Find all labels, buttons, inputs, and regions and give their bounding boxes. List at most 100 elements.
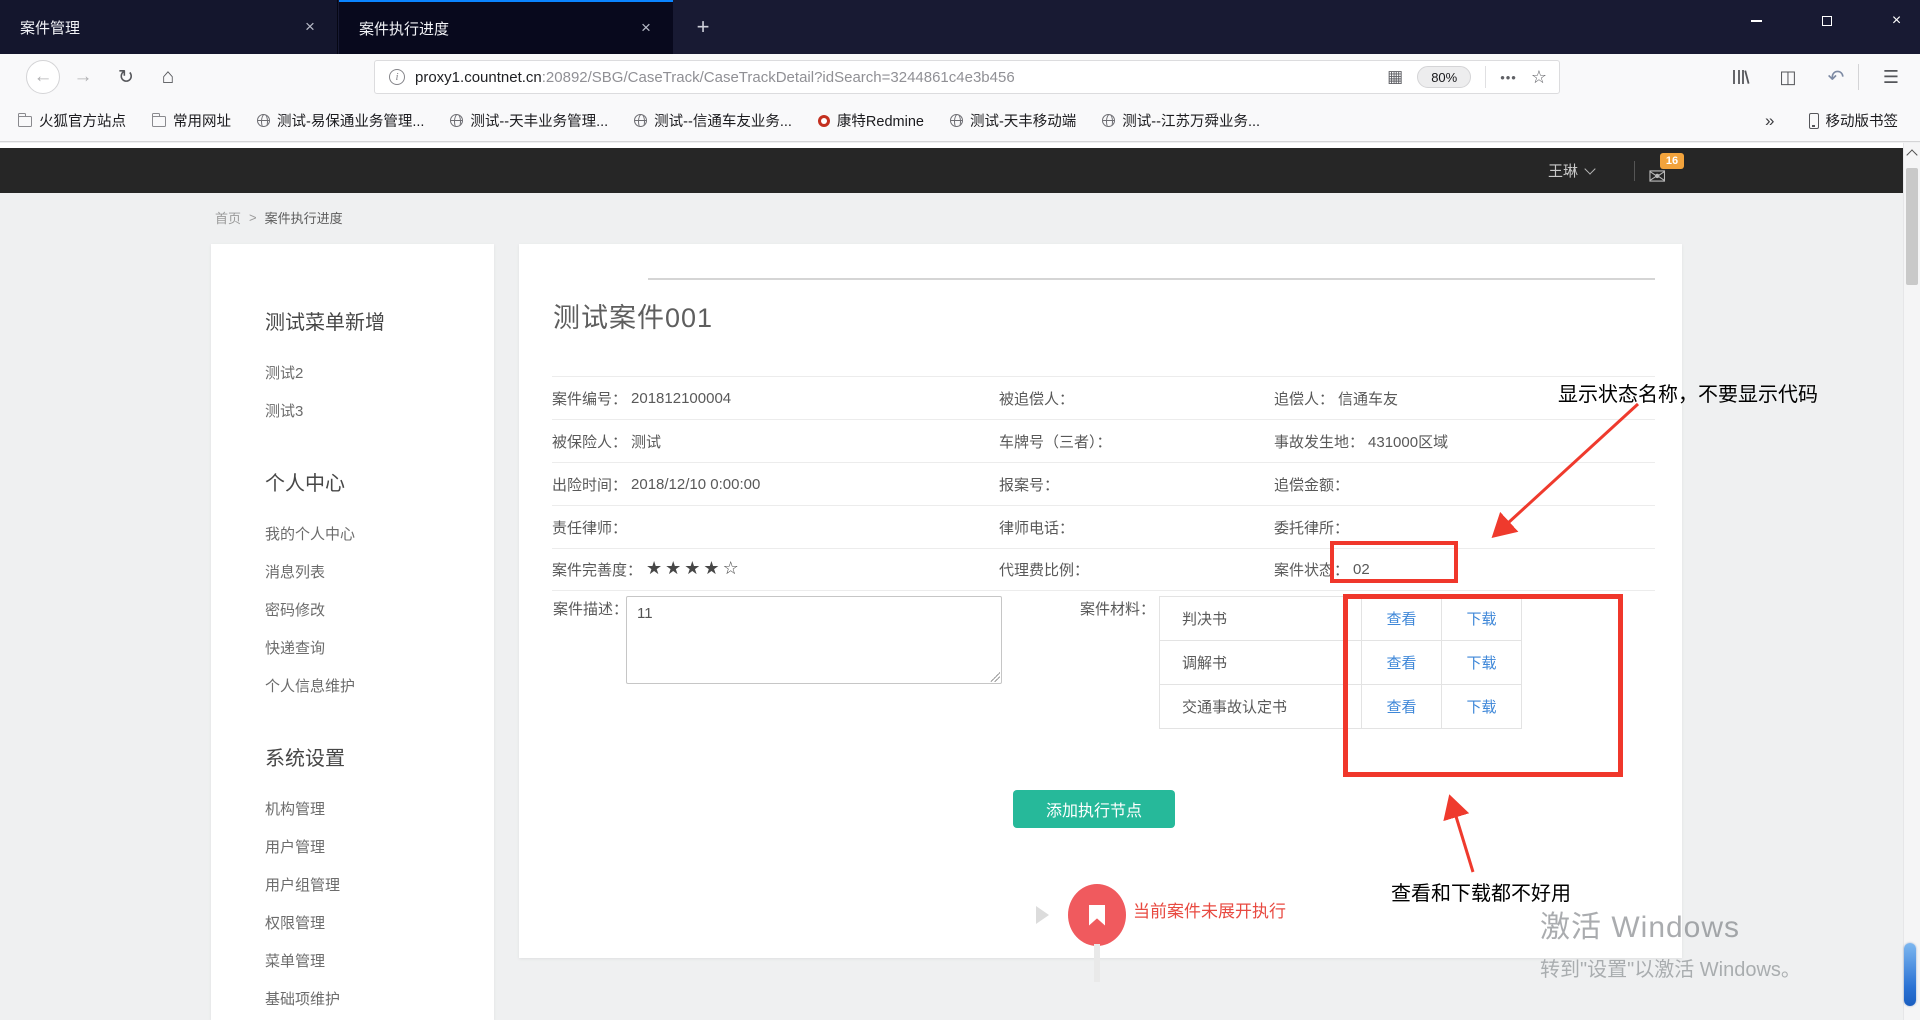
sidebar-toggle-button[interactable]: ◫	[1766, 54, 1810, 100]
url-fade	[1317, 68, 1388, 86]
browser-window: 案件管理 × 案件执行进度 × + × ← → ↻ ⌂ i proxy1.cou…	[0, 0, 1920, 1020]
case-description-textarea[interactable]: 11	[626, 596, 1002, 684]
sidebar-section-title: 系统设置	[265, 748, 345, 770]
window-close-button[interactable]: ×	[1873, 0, 1920, 42]
bookmark-star-icon[interactable]: ☆	[1531, 67, 1547, 88]
window-maximize-button[interactable]	[1803, 0, 1850, 42]
sidebar-item-message-list[interactable]: 消息列表	[265, 554, 494, 592]
sidebar-item-user-management[interactable]: 用户管理	[265, 829, 494, 867]
case-detail-grid: 案件编号： 201812100004 被追偿人： 追偿人： 信通车友 被保险人： 测试…	[552, 376, 1655, 591]
sidebar-item-base-maintain[interactable]: 基础项维护	[265, 981, 494, 1019]
watermark-line1: 激活 Windows	[1540, 911, 1741, 944]
sidebar-item-usergroup-management[interactable]: 用户组管理	[265, 867, 494, 905]
sidebar-item-change-password[interactable]: 密码修改	[265, 592, 494, 630]
undo-button[interactable]: ↶	[1814, 54, 1858, 100]
globe-icon	[1102, 114, 1116, 127]
field-value: 431000区域	[1368, 433, 1449, 451]
bookmark-item[interactable]: 测试--信通车友业务...	[634, 110, 792, 131]
browser-scrollbar[interactable]	[1903, 143, 1920, 1020]
info-icon[interactable]: i	[389, 69, 405, 85]
bookmark-item[interactable]: 康特Redmine	[817, 110, 924, 131]
field-insured: 被保险人： 测试	[552, 431, 999, 452]
field-label: 出险时间：	[552, 476, 628, 494]
window-minimize-button[interactable]	[1733, 0, 1780, 42]
folder-icon	[18, 113, 32, 127]
textarea-resize-grip[interactable]	[990, 672, 1000, 682]
messages-button[interactable]: ✉ 16	[1648, 153, 1688, 188]
zoom-level-badge[interactable]: 80%	[1417, 66, 1472, 88]
phone-icon	[1808, 112, 1819, 129]
url-text[interactable]: proxy1.countnet.cn:20892/SBG/CaseTrack/C…	[415, 68, 1388, 86]
page-actions-icon[interactable]: •••	[1500, 70, 1517, 85]
username: 王琳	[1548, 163, 1579, 180]
back-button[interactable]: ←	[22, 54, 64, 100]
breadcrumb-separator: >	[249, 210, 257, 225]
field-label: 责任律师：	[552, 519, 628, 537]
bookmark-label: 测试--信通车友业务...	[654, 114, 792, 130]
field-accident-place: 事故发生地： 431000区域	[1274, 431, 1655, 452]
add-execution-node-button[interactable]: 添加执行节点	[1013, 790, 1175, 828]
sidebar-section-title: 测试菜单新增	[265, 312, 385, 334]
star-rating: ★★★★☆	[646, 558, 742, 578]
sidebar-section: 测试菜单新增 测试2 测试3	[265, 306, 494, 431]
folder-icon	[152, 113, 166, 127]
scroll-up-arrow-icon[interactable]	[1906, 149, 1918, 161]
forward-button[interactable]: →	[66, 54, 100, 100]
bookmark-item[interactable]: 测试-易保通业务管理...	[257, 110, 424, 131]
sidebar-item-org-management[interactable]: 机构管理	[265, 791, 494, 829]
library-button[interactable]	[1718, 54, 1762, 100]
bookmark-label: 移动版书签	[1825, 114, 1899, 130]
windows-activation-watermark: 激活 Windows 转到"设置"以激活 Windows。	[1540, 902, 1801, 982]
close-icon: ×	[1891, 12, 1902, 29]
tab-case-progress-active[interactable]: 案件执行进度 ×	[339, 0, 673, 54]
field-value: 信通车友	[1338, 390, 1399, 408]
bookmarks-overflow-chevron[interactable]: »	[1757, 111, 1782, 131]
timeline-status-text: 当前案件未展开执行	[1133, 902, 1286, 921]
material-name: 判决书	[1159, 596, 1362, 641]
material-name: 调解书	[1159, 640, 1362, 685]
sidebar-item-menu-management[interactable]: 菜单管理	[265, 943, 494, 981]
divider	[1485, 66, 1487, 88]
tab-close-icon[interactable]: ×	[297, 14, 323, 40]
field-label: 车牌号（三者）：	[999, 433, 1112, 451]
bookmark-label: 测试-易保通业务管理...	[277, 114, 425, 130]
sidebar-section: 个人中心 我的个人中心 消息列表 密码修改 快递查询 个人信息维护	[265, 467, 494, 706]
bookmark-item[interactable]: 火狐官方站点	[18, 110, 126, 131]
qr-code-icon[interactable]: ▦	[1387, 67, 1403, 87]
field-label: 事故发生地：	[1274, 433, 1365, 451]
scrollbar-thumb[interactable]	[1906, 168, 1918, 285]
sidebar-item-express-query[interactable]: 快递查询	[265, 630, 494, 668]
sidebar-item-profile-maintain[interactable]: 个人信息维护	[265, 668, 494, 706]
bookmark-item[interactable]: 常用网址	[152, 110, 231, 131]
user-menu[interactable]: 王琳	[1548, 148, 1596, 193]
new-tab-button[interactable]: +	[686, 12, 720, 42]
url-bar[interactable]: i proxy1.countnet.cn:20892/SBG/CaseTrack…	[374, 60, 1560, 94]
sidebar-item-my-center[interactable]: 我的个人中心	[265, 516, 494, 554]
field-label: 代理费比例：	[999, 562, 1090, 579]
sidebar-item-test2[interactable]: 测试2	[265, 355, 494, 393]
tab-close-icon[interactable]: ×	[633, 15, 659, 41]
home-button[interactable]: ⌂	[148, 54, 188, 100]
field-value: 2018/12/10 0:00:00	[631, 475, 761, 493]
field-value: 201812100004	[631, 389, 732, 407]
bookmark-item[interactable]: 测试--天丰业务管理...	[450, 110, 608, 131]
mobile-bookmarks-item[interactable]: 移动版书签	[1808, 110, 1903, 131]
breadcrumb-current: 案件执行进度	[264, 211, 343, 226]
bookmark-item[interactable]: 测试-天丰移动端	[949, 110, 1076, 131]
field-label: 案件编号：	[552, 390, 628, 408]
url-host: proxy1.countnet.cn	[415, 68, 542, 86]
detail-row: 出险时间： 2018/12/10 0:00:00 报案号： 追偿金额：	[552, 462, 1655, 505]
sidebar-item-test3[interactable]: 测试3	[265, 393, 494, 431]
field-label: 报案号：	[999, 476, 1060, 494]
reload-button[interactable]: ↻	[108, 54, 144, 100]
globe-icon	[450, 114, 464, 127]
detail-row: 被保险人： 测试 车牌号（三者）： 事故发生地： 431000区域	[552, 419, 1655, 462]
hamburger-menu-button[interactable]: ☰	[1868, 54, 1914, 100]
field-report-number: 报案号：	[999, 474, 1274, 495]
tab-bar: 案件管理 × 案件执行进度 × + ×	[0, 0, 1920, 54]
inner-scrollbar-thumb[interactable]	[1904, 943, 1916, 1006]
breadcrumb-home[interactable]: 首页	[215, 208, 241, 227]
tab-case-management[interactable]: 案件管理 ×	[0, 0, 338, 54]
sidebar-item-permission-management[interactable]: 权限管理	[265, 905, 494, 943]
bookmark-item[interactable]: 测试--江苏万舜业务...	[1102, 110, 1260, 131]
